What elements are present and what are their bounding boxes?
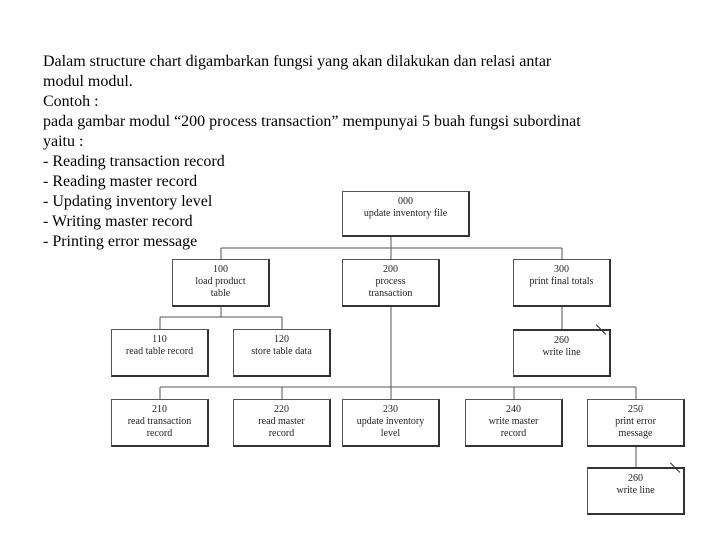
- module-200-process-transaction: 200 process transaction: [342, 259, 440, 307]
- module-260-write-line-library: 260 write line: [587, 467, 685, 515]
- module-label: write line: [616, 485, 655, 496]
- module-number: 260: [628, 473, 643, 484]
- module-label: print error message: [615, 416, 656, 439]
- module-220-read-master-record: 220 read master record: [233, 399, 331, 447]
- module-label: process transaction: [368, 276, 413, 299]
- module-label: write line: [542, 347, 581, 358]
- module-number: 260: [554, 335, 569, 346]
- module-number: 120: [274, 334, 289, 345]
- module-300-print-final-totals: 300 print final totals: [513, 259, 611, 307]
- module-number: 000: [398, 196, 413, 207]
- module-label: load product table: [195, 276, 246, 299]
- module-number: 250: [628, 404, 643, 415]
- module-number: 230: [383, 404, 398, 415]
- module-number: 220: [274, 404, 289, 415]
- module-100-load-product-table: 100 load product table: [172, 259, 270, 307]
- module-label: print final totals: [529, 276, 594, 287]
- module-110-read-table-record: 110 read table record: [111, 329, 209, 377]
- module-label: store table data: [251, 346, 312, 357]
- module-number: 110: [152, 334, 167, 345]
- module-250-print-error-message: 250 print error message: [587, 399, 685, 447]
- module-label: update inventory level: [356, 416, 425, 439]
- module-number: 300: [554, 264, 569, 275]
- module-label: read master record: [258, 416, 305, 439]
- module-260-write-line-library: 260 write line: [513, 329, 611, 377]
- module-240-write-master-record: 240 write master record: [465, 399, 563, 447]
- module-number: 240: [506, 404, 521, 415]
- module-number: 200: [383, 264, 398, 275]
- module-label: read transaction record: [127, 416, 192, 439]
- module-230-update-inventory-level: 230 update inventory level: [342, 399, 440, 447]
- module-120-store-table-data: 120 store table data: [233, 329, 331, 377]
- module-label: read table record: [125, 346, 194, 357]
- module-000-update-inventory-file: 000 update inventory file: [342, 191, 470, 237]
- module-number: 100: [213, 264, 228, 275]
- module-number: 210: [152, 404, 167, 415]
- module-210-read-transaction-record: 210 read transaction record: [111, 399, 209, 447]
- module-label: update inventory file: [363, 208, 448, 219]
- module-label: write master record: [488, 416, 539, 439]
